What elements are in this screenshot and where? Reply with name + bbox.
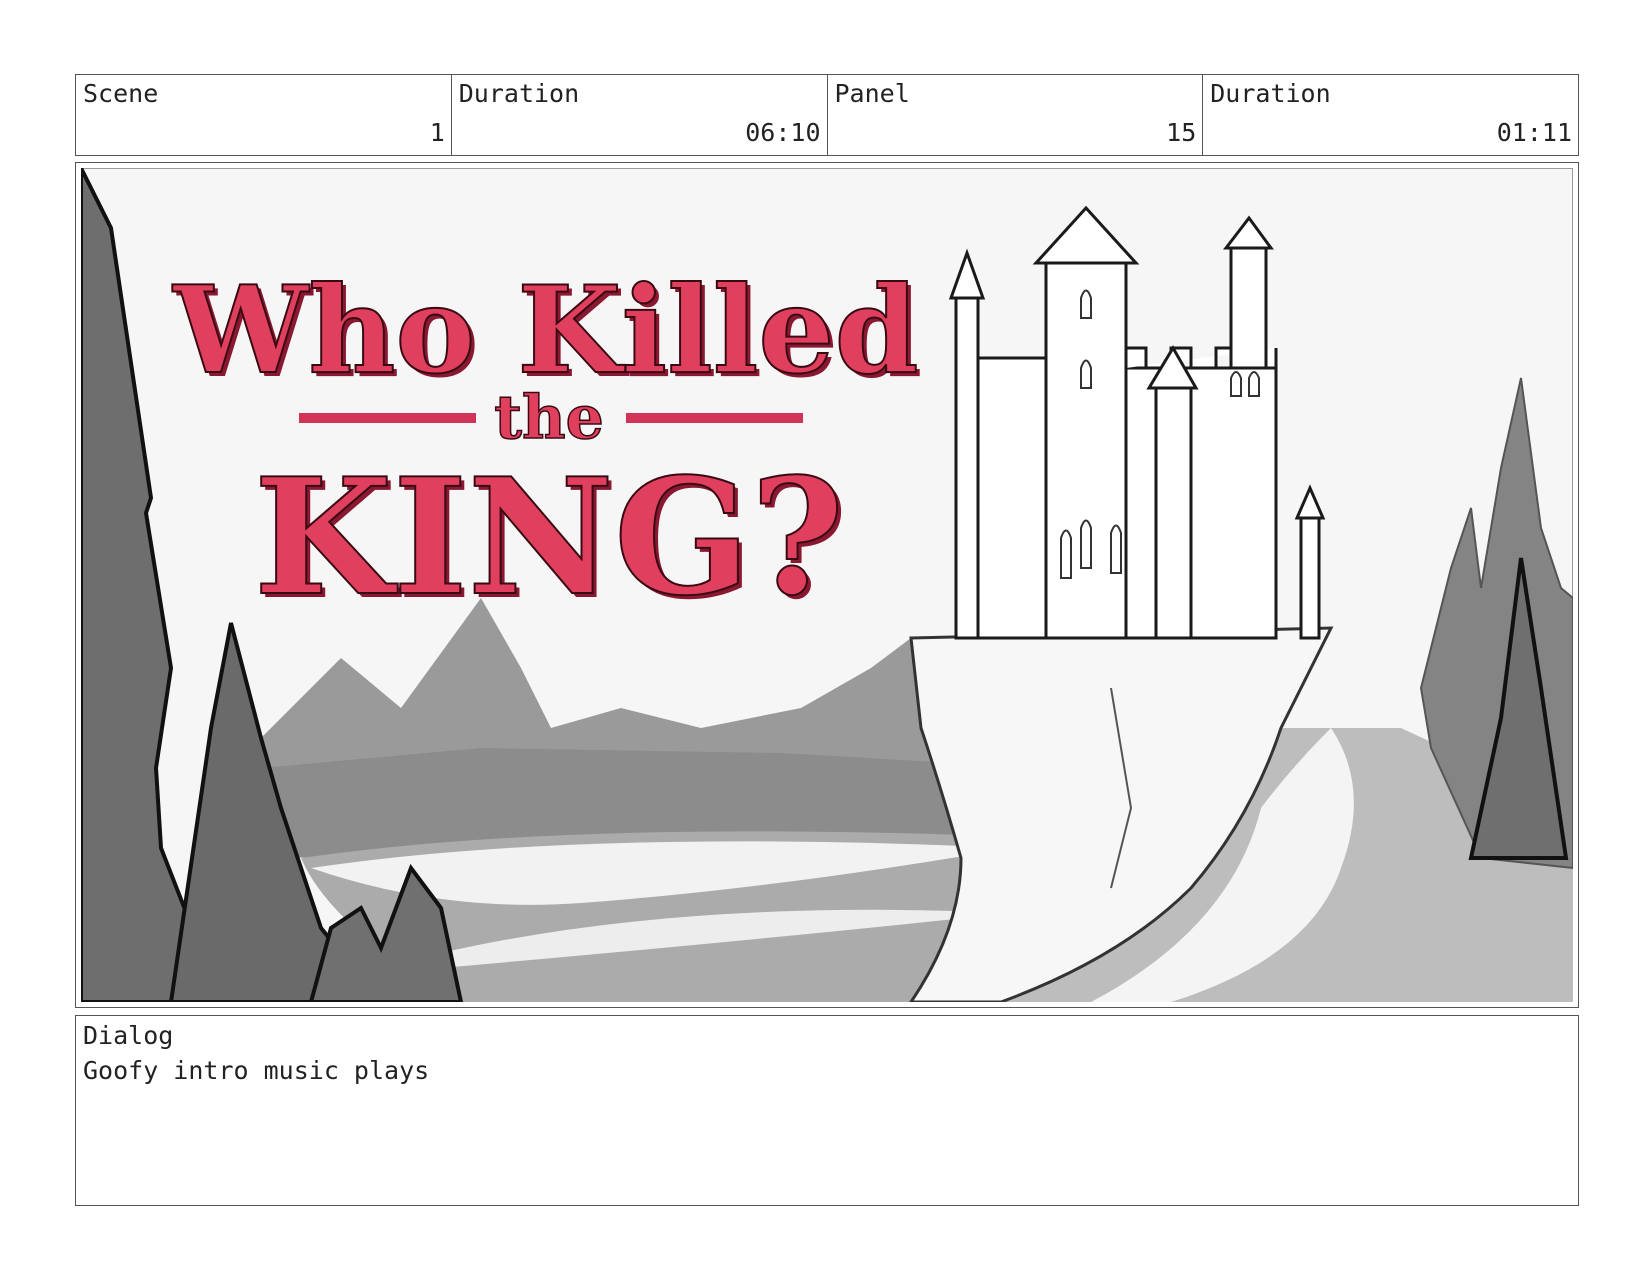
- scene-cell: Scene 1: [76, 75, 452, 155]
- dialog-box: Dialog Goofy intro music plays: [75, 1015, 1579, 1206]
- scene-duration-cell: Duration 06:10: [452, 75, 828, 155]
- panel-value: 15: [1166, 118, 1197, 147]
- scene-label: Scene: [83, 79, 159, 108]
- storyboard-panel: Who Killed Who Killed the KING? KING?: [75, 162, 1579, 1008]
- panel-duration-label: Duration: [1210, 79, 1331, 108]
- scene-value: 1: [429, 118, 445, 147]
- dialog-text: Goofy intro music plays: [83, 1056, 430, 1085]
- panel-label: Panel: [834, 79, 910, 108]
- panel-illustration: Who Killed Who Killed the KING? KING?: [81, 168, 1573, 1002]
- storyboard-header: Scene 1 Duration 06:10 Panel 15 Duration…: [75, 74, 1579, 156]
- scene-duration-value: 06:10: [745, 118, 821, 147]
- dialog-label: Dialog: [83, 1021, 174, 1050]
- title-line1: Who Killed: [171, 260, 918, 401]
- panel-duration-value: 01:11: [1496, 118, 1572, 147]
- title-logo: Who Killed Who Killed the KING? KING?: [170, 259, 922, 635]
- title-line3: KING?: [254, 443, 845, 631]
- panel-cell: Panel 15: [828, 75, 1204, 155]
- panel-duration-cell: Duration 01:11: [1203, 75, 1578, 155]
- scene-duration-label: Duration: [458, 79, 580, 108]
